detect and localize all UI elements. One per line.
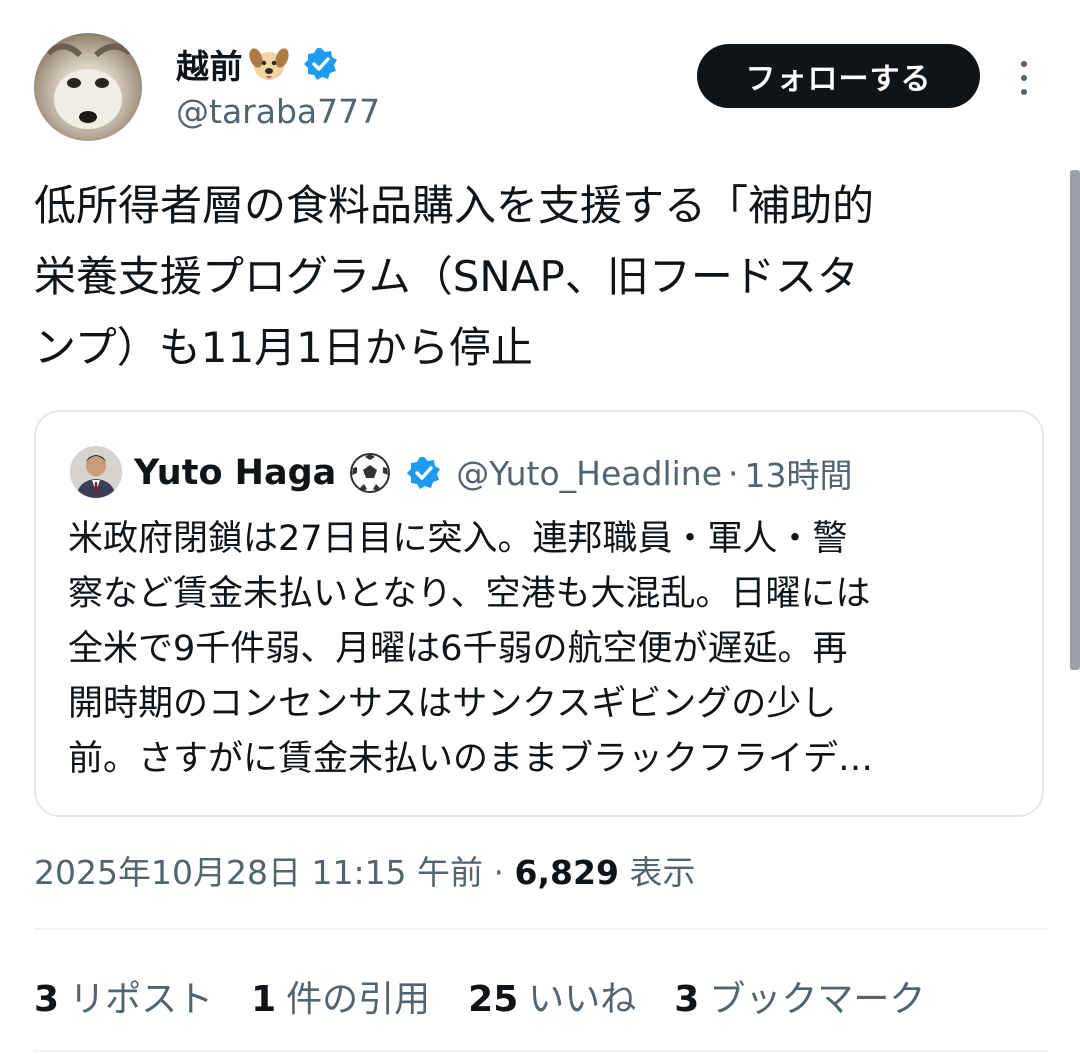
dog-face-icon bbox=[249, 48, 289, 80]
scrollbar[interactable] bbox=[1070, 170, 1080, 670]
meta-separator: · bbox=[493, 853, 505, 892]
stat-quotes[interactable]: 1 件の引用 bbox=[251, 970, 430, 1022]
views-label: 表示 bbox=[629, 853, 696, 892]
more-options-icon[interactable] bbox=[1010, 56, 1038, 100]
quoted-author-name[interactable]: Yuto Haga bbox=[134, 453, 336, 493]
follow-button[interactable]: フォローする bbox=[697, 44, 980, 108]
quoted-tweet-text: 米政府閉鎖は27日目に突入。連邦職員・軍人・警 察など賃金未払いとなり、空港も大… bbox=[68, 519, 874, 779]
engagement-stats: 3 リポスト 1 件の引用 25 いいね 3 ブックマーク bbox=[34, 970, 963, 1022]
likes-count: 25 bbox=[468, 979, 519, 1020]
author-handle[interactable]: @taraba777 bbox=[176, 92, 380, 131]
quoted-separator: · bbox=[728, 453, 739, 493]
author-name-row: 越前 bbox=[176, 40, 339, 88]
bookmarks-label: ブックマーク bbox=[709, 979, 926, 1020]
author-display-name[interactable]: 越前 bbox=[176, 40, 243, 88]
tweet-meta: 2025年10月28日 11:15 午前 · 6,829 表示 bbox=[34, 846, 695, 894]
quoted-verified-badge-icon bbox=[407, 457, 441, 489]
verified-badge-icon bbox=[304, 48, 337, 80]
author-avatar[interactable] bbox=[34, 33, 142, 141]
quotes-label: 件の引用 bbox=[286, 979, 431, 1020]
divider bbox=[34, 1050, 1048, 1052]
stat-reposts[interactable]: 3 リポスト bbox=[34, 970, 213, 1022]
bookmarks-count: 3 bbox=[674, 979, 700, 1020]
likes-label: いいね bbox=[528, 979, 637, 1020]
quotes-count: 1 bbox=[251, 979, 277, 1020]
quoted-timestamp[interactable]: 13時間 bbox=[745, 449, 853, 497]
quoted-tweet[interactable]: Yuto Haga @Yuto_Headline · 13時間 米政府閉鎖は27… bbox=[34, 410, 1044, 817]
reposts-label: リポスト bbox=[69, 979, 214, 1020]
tweet-text: 低所得者層の食料品購入を支援する「補助的 栄養支援プログラム（SNAP、旧フード… bbox=[34, 181, 875, 372]
stat-bookmarks[interactable]: 3 ブックマーク bbox=[674, 970, 925, 1022]
stat-likes[interactable]: 25 いいね bbox=[468, 970, 636, 1022]
quoted-author-avatar[interactable] bbox=[70, 446, 122, 498]
views-count: 6,829 bbox=[514, 853, 619, 892]
soccer-ball-icon bbox=[350, 453, 391, 493]
tweet-timestamp[interactable]: 2025年10月28日 11:15 午前 bbox=[34, 853, 483, 892]
divider bbox=[34, 928, 1048, 930]
quoted-author-handle[interactable]: @Yuto_Headline bbox=[456, 454, 722, 493]
quoted-tweet-header: Yuto Haga @Yuto_Headline · 13時間 bbox=[134, 446, 853, 500]
reposts-count: 3 bbox=[34, 979, 60, 1020]
